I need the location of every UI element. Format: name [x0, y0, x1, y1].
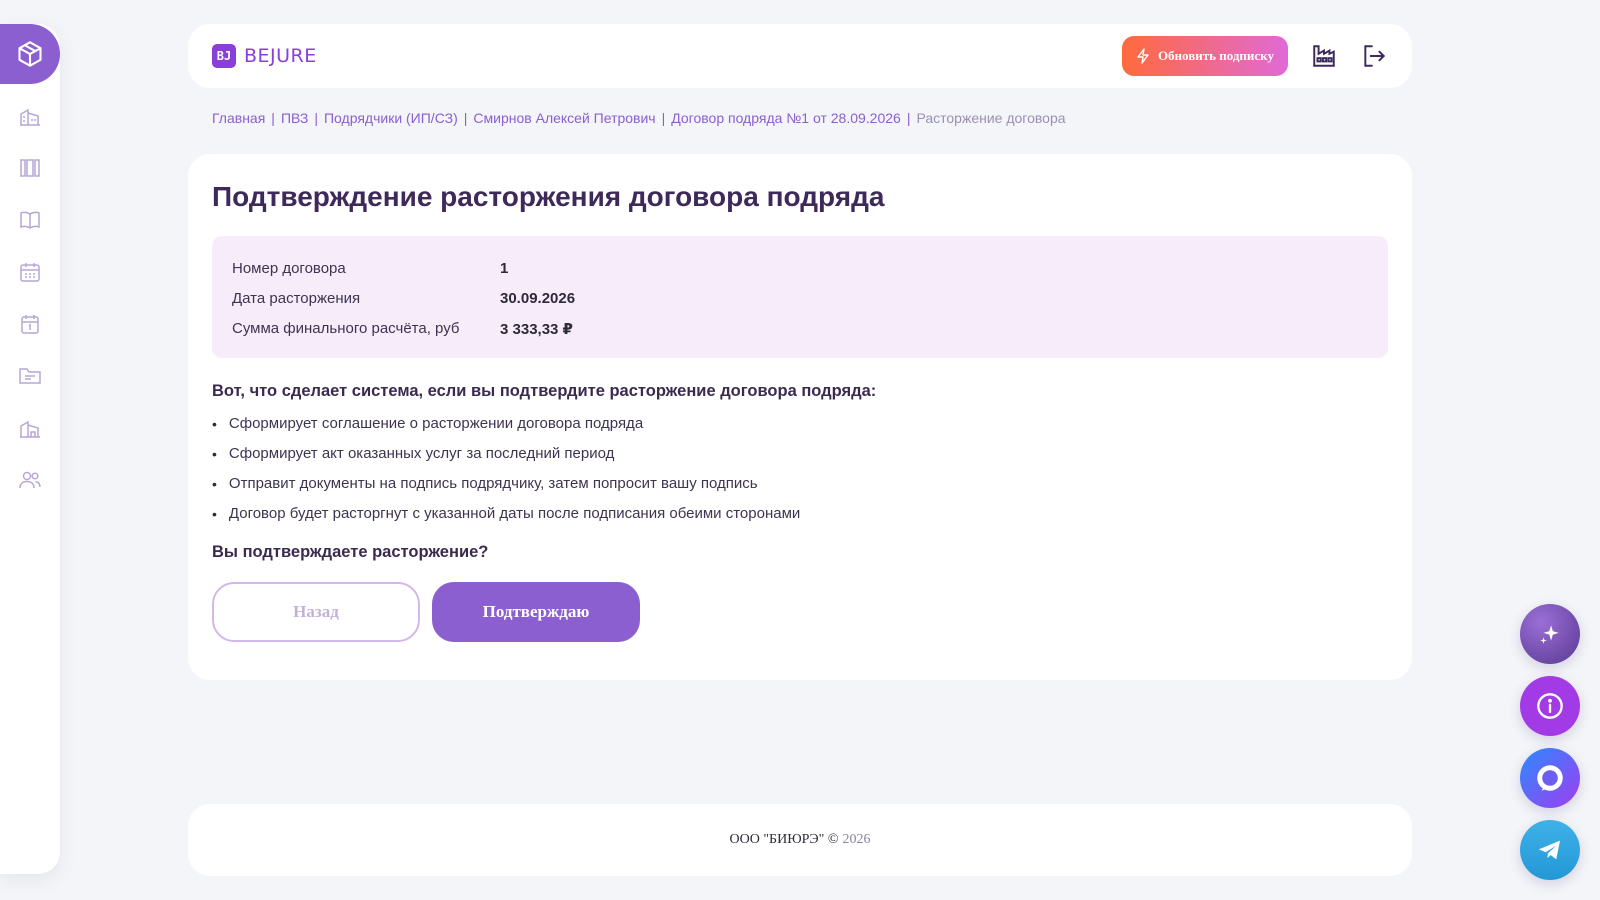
confirm-question: Вы подтверждаете расторжение?: [212, 542, 489, 561]
contract-info-box: Номер договора 1 Дата расторжения 30.09.…: [212, 235, 1388, 358]
logo[interactable]: BJ BEJURE: [212, 44, 317, 68]
warehouse-icon: [20, 420, 40, 438]
info-value: 30.09.2026: [500, 290, 576, 308]
ai-assistant-button[interactable]: [1520, 604, 1580, 664]
confirm-button[interactable]: Подтверждаю: [432, 581, 640, 642]
breadcrumb-contractor[interactable]: Смирнов Алексей Петрович: [473, 110, 655, 126]
info-label: Сумма финального расчёта, руб: [232, 320, 460, 338]
info-button[interactable]: [1520, 676, 1580, 736]
info-label: Дата расторжения: [232, 290, 361, 308]
sparkles-icon: [1540, 625, 1559, 644]
logout-icon: [1364, 45, 1386, 67]
sidebar-item-handbook[interactable]: [0, 194, 60, 246]
sidebar-item-pvz[interactable]: [0, 402, 60, 454]
users-icon: [19, 471, 41, 489]
book-icon: [20, 211, 40, 229]
back-button[interactable]: Назад: [212, 581, 420, 642]
telegram-button[interactable]: [1520, 820, 1580, 880]
page-title: Подтверждение расторжения договора подря…: [212, 181, 885, 212]
breadcrumb-separator: |: [906, 110, 911, 126]
info-icon: [1537, 693, 1563, 719]
breadcrumb-separator: |: [463, 110, 468, 126]
info-row-termination-date: Дата расторжения 30.09.2026: [232, 284, 1368, 314]
top-header: BJ BEJURE Обновить подписку: [188, 24, 1412, 88]
factory-icon: [1313, 45, 1335, 67]
action-buttons: Назад Подтверждаю: [212, 581, 1388, 642]
calendar-day-icon: [21, 315, 39, 334]
breadcrumb-separator: |: [314, 110, 318, 126]
breadcrumb-home[interactable]: Главная: [212, 110, 265, 126]
building-icon: [20, 108, 40, 126]
chat-bubble-icon: [1537, 765, 1563, 791]
breadcrumb-current: Расторжение договора: [916, 110, 1066, 126]
sidebar-item-documents[interactable]: [0, 350, 60, 402]
actions-heading: Вот, что сделает система, если вы подтве…: [212, 381, 877, 400]
logo-text: BEJURE: [244, 45, 317, 67]
info-label: Номер договора: [232, 260, 346, 278]
list-item: Сформирует акт оказанных услуг за послед…: [212, 439, 1388, 469]
info-value: 3 333,33 ₽: [500, 320, 573, 338]
breadcrumb: Главная | ПВЗ | Подрядчики (ИП/СЗ) | Сми…: [212, 110, 1066, 126]
breadcrumb-contractors[interactable]: Подрядчики (ИП/СЗ): [324, 110, 458, 126]
list-item: Отправит документы на подпись подрядчику…: [212, 469, 1388, 499]
sidebar-item-calendar[interactable]: [0, 298, 60, 350]
sidebar-item-organizations[interactable]: [0, 90, 60, 142]
list-item: Сформирует соглашение о расторжении дого…: [212, 409, 1388, 439]
info-row-final-amount: Сумма финального расчёта, руб 3 333,33 ₽: [232, 314, 1368, 344]
telegram-icon: [1538, 840, 1560, 860]
upgrade-subscription-button[interactable]: Обновить подписку: [1121, 36, 1288, 76]
sidebar-item-schedule[interactable]: [0, 246, 60, 298]
actions-list: Сформирует соглашение о расторжении дого…: [212, 409, 1388, 529]
columns-icon: [20, 159, 40, 177]
upgrade-label: Обновить подписку: [1157, 48, 1274, 63]
footer: ООО "БИЮРЭ" © 2026: [188, 804, 1412, 876]
breadcrumb-pvz[interactable]: ПВЗ: [281, 110, 308, 126]
list-item: Договор будет расторгнут с указанной дат…: [212, 499, 1388, 529]
logo-mark: BJ: [212, 44, 236, 68]
organization-button[interactable]: [1310, 42, 1338, 70]
breadcrumb-separator: |: [661, 110, 666, 126]
sidebar-item-home[interactable]: [0, 24, 60, 84]
breadcrumb-separator: |: [271, 110, 275, 126]
folder-icon: [19, 368, 41, 384]
breadcrumb-contract[interactable]: Договор подряда №1 от 28.09.2026: [671, 110, 901, 126]
footer-company: ООО "БИЮРЭ" ©: [729, 832, 839, 847]
sidebar-item-contractors[interactable]: [0, 454, 60, 506]
calendar-grid-icon: [20, 263, 40, 282]
sidebar-item-registry[interactable]: [0, 142, 60, 194]
info-row-contract-number: Номер договора 1: [232, 254, 1368, 284]
info-value: 1: [500, 260, 509, 278]
chat-button[interactable]: [1520, 748, 1580, 808]
termination-card: Подтверждение расторжения договора подря…: [188, 154, 1412, 680]
footer-year: 2026: [842, 832, 871, 847]
logout-button[interactable]: [1360, 42, 1388, 70]
lightning-icon: [1137, 48, 1149, 64]
sidebar: [0, 24, 60, 874]
box-icon: [18, 41, 42, 67]
